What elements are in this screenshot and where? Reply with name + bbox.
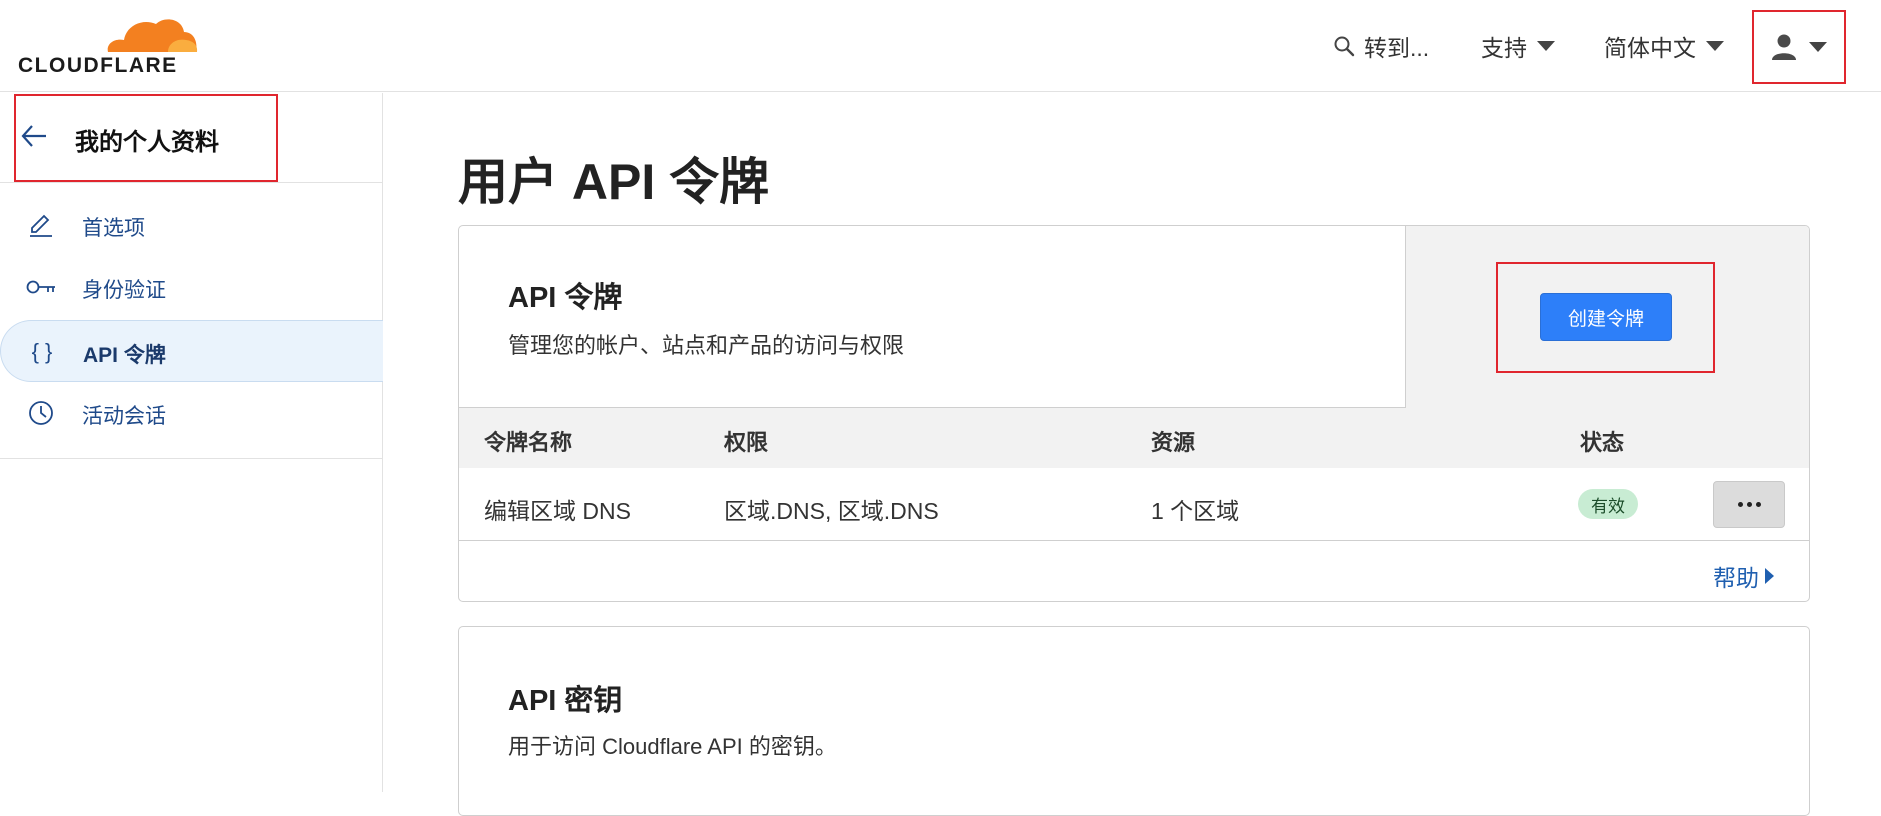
goto-search[interactable]: 转到... xyxy=(1332,28,1429,64)
key-icon xyxy=(26,274,56,300)
api-keys-description: 用于访问 Cloudflare API 的密钥。 xyxy=(508,734,837,759)
chevron-right-icon xyxy=(1765,568,1774,584)
pencil-icon xyxy=(26,212,56,238)
sidebar-item-label: 首选项 xyxy=(82,217,145,240)
column-header-resources[interactable]: 资源 xyxy=(1151,425,1195,457)
token-permissions: 区域.DNS, 区域.DNS xyxy=(724,498,939,524)
braces-icon: { } xyxy=(31,339,53,364)
sidebar-item-preferences[interactable]: 首选项 xyxy=(0,194,383,256)
sidebar-item-active-sessions[interactable]: 活动会话 xyxy=(0,382,383,444)
cloud-logo-icon xyxy=(107,19,198,52)
token-resources: 1 个区域 xyxy=(1151,498,1240,524)
search-icon xyxy=(1334,36,1355,57)
help-link[interactable]: 帮助 xyxy=(1713,559,1774,593)
profile-sidebar: 我的个人资料 首选项 身份验证 { } API 令牌 活动会话 xyxy=(0,93,383,792)
tokens-table-header: 令牌名称 权限 资源 状态 xyxy=(459,408,1809,468)
back-arrow-icon[interactable] xyxy=(20,123,48,149)
api-tokens-card-header: API 令牌 管理您的帐户、站点和产品的访问与权限 创建令牌 xyxy=(459,226,1809,408)
api-tokens-card: API 令牌 管理您的帐户、站点和产品的访问与权限 创建令牌 令牌名称 权限 资… xyxy=(458,225,1810,602)
goto-search-label: 转到... xyxy=(1364,35,1430,61)
user-icon xyxy=(1772,34,1796,60)
create-token-button[interactable]: 创建令牌 xyxy=(1540,293,1672,341)
column-header-permissions[interactable]: 权限 xyxy=(724,425,768,457)
api-keys-title: API 密钥 xyxy=(508,685,623,717)
sidebar-item-label: API 令牌 xyxy=(83,344,166,367)
help-link-label: 帮助 xyxy=(1713,565,1759,591)
language-menu[interactable]: 简体中文 xyxy=(1604,28,1724,64)
more-dots-icon xyxy=(1746,502,1752,507)
cloudflare-logo[interactable]: CLOUDFLARE xyxy=(18,14,198,77)
sidebar-item-authentication[interactable]: 身份验证 xyxy=(0,256,383,318)
chevron-down-icon xyxy=(1809,42,1827,52)
column-header-token-name[interactable]: 令牌名称 xyxy=(484,425,572,457)
sidebar-divider xyxy=(0,458,383,459)
profile-header: 我的个人资料 xyxy=(0,93,383,183)
page-title: 用户 API 令牌 xyxy=(458,154,770,210)
chevron-down-icon xyxy=(1537,41,1555,51)
column-header-status[interactable]: 状态 xyxy=(1580,425,1624,457)
api-tokens-description: 管理您的帐户、站点和产品的访问与权限 xyxy=(508,333,905,358)
profile-title: 我的个人资料 xyxy=(75,129,219,156)
sidebar-item-label: 身份验证 xyxy=(82,279,166,302)
support-menu-label: 支持 xyxy=(1481,35,1527,61)
more-dots-icon xyxy=(1755,502,1761,507)
chevron-down-icon xyxy=(1706,41,1724,51)
token-name: 编辑区域 DNS xyxy=(484,498,631,524)
create-token-panel: 创建令牌 xyxy=(1405,226,1809,408)
language-menu-label: 简体中文 xyxy=(1604,35,1696,61)
top-navigation-bar: CLOUDFLARE 转到... 支持 简体中文 xyxy=(0,0,1881,92)
status-badge: 有效 xyxy=(1578,489,1638,519)
logo-wordmark: CLOUDFLARE xyxy=(18,54,178,77)
sidebar-item-label: 活动会话 xyxy=(82,405,166,428)
more-dots-icon xyxy=(1737,502,1743,507)
clock-icon xyxy=(26,400,56,426)
api-tokens-title: API 令牌 xyxy=(508,282,623,314)
row-actions-button[interactable] xyxy=(1713,481,1785,528)
table-row: 编辑区域 DNS 区域.DNS, 区域.DNS 1 个区域 有效 xyxy=(459,468,1809,541)
user-menu[interactable] xyxy=(1752,10,1846,84)
api-keys-card: API 密钥 用于访问 Cloudflare API 的密钥。 xyxy=(458,626,1810,816)
sidebar-item-api-tokens[interactable]: { } API 令牌 xyxy=(0,320,383,382)
support-menu[interactable]: 支持 xyxy=(1481,28,1555,64)
